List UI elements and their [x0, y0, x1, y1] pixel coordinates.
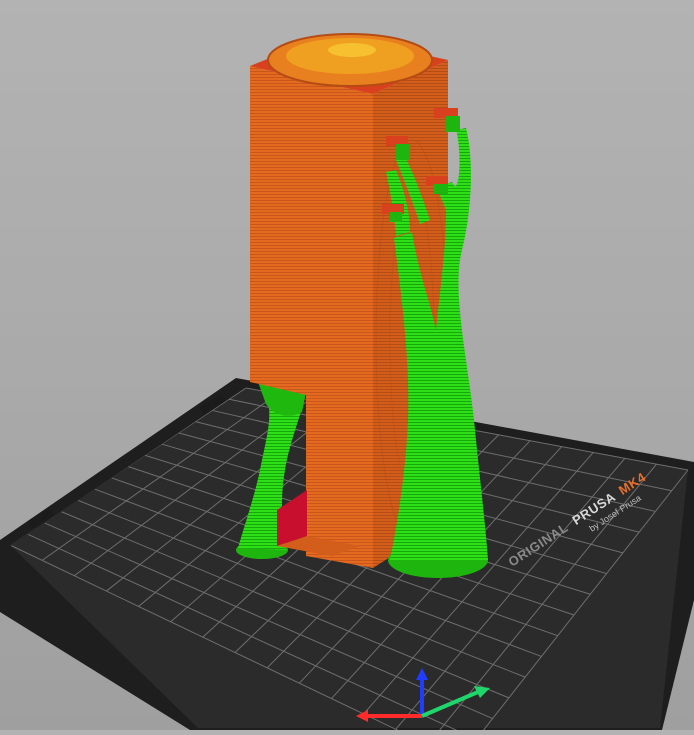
3d-preview-viewport[interactable]: ORIGINAL PRUSA MK4 by Josef Prusa: [0, 0, 694, 730]
